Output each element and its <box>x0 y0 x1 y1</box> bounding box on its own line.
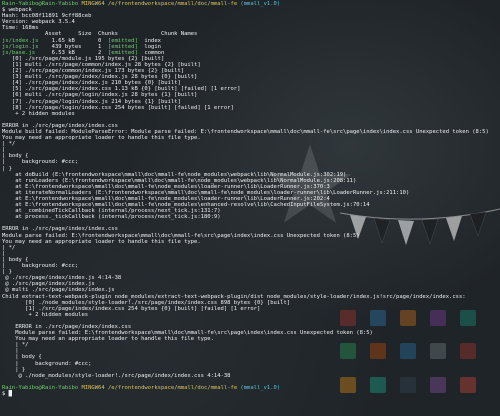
terminal-text-segment: + 2 hidden modules <box>2 311 89 318</box>
terminal-text-segment: █ <box>8 391 12 397</box>
terminal-text-segment: js/login.js <box>2 43 39 50</box>
terminal-text-segment: | <box>2 348 19 355</box>
terminal-text-segment: (mmall_v1.0) <box>237 1 281 7</box>
terminal-text-segment: | */ <box>2 244 16 251</box>
terminal-text-segment: [1] multi ./src/page/common/index.js 28 … <box>2 61 201 68</box>
terminal-text-segment: common <box>137 49 165 56</box>
terminal-text-segment: at E:\frontendworkspace\mmall\doc\mmall-… <box>2 183 330 190</box>
terminal-text-segment: | body { <box>2 256 29 263</box>
terminal-text-segment: Module build failed: ModuleParseError: M… <box>2 128 489 135</box>
terminal-text-segment: You may need an appropriate loader to ha… <box>2 336 214 343</box>
terminal-text-segment: at process._tickCallback (internal/proce… <box>2 214 221 221</box>
terminal-text-segment: Child extract-text-webpack-plugin node_m… <box>2 293 466 300</box>
terminal-text-segment: index <box>137 37 161 44</box>
terminal-text-segment: | <box>2 250 6 257</box>
terminal-text-segment: @ ./src/page/index/index.js 4:14-38 <box>2 275 122 282</box>
terminal-text-segment: /e/frontendworkspace/mmall/doc/mmall-fe <box>107 1 238 7</box>
terminal-text-segment: js/index.js <box>2 37 39 44</box>
terminal-text-segment: | } <box>2 165 12 172</box>
terminal-text-segment: You may need an appropriate loader to ha… <box>2 135 201 142</box>
terminal-text-segment: at E:\frontendworkspace\mmall\doc\mmall-… <box>2 202 370 209</box>
terminal-text-segment: Version: webpack 3.5.4 <box>2 19 75 26</box>
terminal-text-segment: Hash: bcc08f11891 9cff88ceb <box>2 13 92 20</box>
terminal-text-segment: [8] ./src/page/login/index.css 254 bytes… <box>2 104 234 111</box>
terminal-text-segment: [3] multi ./src/page/index/index.js 28 b… <box>2 74 198 81</box>
terminal-text-segment: + 2 hidden modules <box>2 110 75 117</box>
terminal-text-segment: [emitted] <box>107 49 138 56</box>
terminal-text-segment: (mmall_v1.0) <box>237 384 281 391</box>
terminal-text-segment: You may need an appropriate loader to ha… <box>2 238 201 245</box>
terminal-text-segment: ERROR in ./src/page/index/index.css <box>2 323 132 330</box>
terminal-text-segment: 1.65 kB 0 <box>38 37 108 44</box>
terminal-text-segment: | body { <box>2 354 42 361</box>
terminal-text-segment: Rain-Yabibo@Rain-Yabibo <box>2 1 79 7</box>
terminal-text-segment: [emitted] <box>107 37 138 44</box>
terminal-text-segment: [0] ./node_modules/style-loader!./src/pa… <box>2 299 291 306</box>
terminal-text-segment: MINGW64 <box>78 384 108 391</box>
terminal-text-segment: at E:\frontendworkspace\mmall\doc\mmall-… <box>2 196 330 202</box>
terminal-text-segment: | body { <box>2 153 29 160</box>
terminal-text-segment: ERROR in ./src/page/index/index.css <box>2 122 118 129</box>
terminal-text-segment: | */ <box>2 141 16 148</box>
terminal-text-segment: MINGW64 <box>78 1 108 7</box>
terminal-text-segment: | background: #ccc; <box>2 159 79 166</box>
terminal-text-segment: Time: 168ms <box>2 25 39 32</box>
terminal-text-segment: Asset Size Chunks Chunk Names <box>2 31 198 38</box>
terminal-text-segment: Rain-Yabibo@Rain-Yabibo <box>2 384 79 391</box>
terminal-text-segment: @ ./node_modules/style-loader!./src/page… <box>2 372 231 379</box>
terminal-output[interactable]: Rain-Yabibo@Rain-Yabibo MINGW64 /e/front… <box>2 1 500 416</box>
terminal-line: $ █ <box>2 391 500 397</box>
terminal-text-segment: at runLoaders (E:\frontendworkspace\mmal… <box>2 177 357 184</box>
terminal-text-segment: [7] ./src/page/login/index.js 214 bytes … <box>2 98 181 105</box>
terminal-text-segment: Module parse failed: E:\frontendworkspac… <box>2 330 373 337</box>
terminal-text-segment: at _combinedTickCallback (internal/proce… <box>2 208 221 215</box>
terminal-text-segment: [emitted] <box>107 43 138 50</box>
terminal-text-segment: /e/frontendworkspace/mmall/doc/mmall-fe <box>107 384 238 391</box>
terminal-text-segment: [2] ./src/page/common/index.js 173 bytes… <box>2 68 185 75</box>
terminal-text-segment: | background: #ccc; <box>2 360 92 367</box>
terminal-text-segment: [6] multi ./src/page/login/index.js 28 b… <box>2 92 198 99</box>
terminal-text-segment: | */ <box>2 342 29 349</box>
terminal-text-segment: @ multi ./src/page/index/index.js <box>2 287 115 294</box>
terminal-text-segment: at iterateNormalLoaders (E:\frontendwork… <box>2 189 410 196</box>
terminal-text-segment: | <box>2 147 6 154</box>
terminal-text-segment: | } <box>2 366 26 373</box>
terminal-text-segment: js/base.js <box>2 49 36 56</box>
terminal-text-segment: Module parse failed: E:\frontendworkspac… <box>2 232 360 239</box>
terminal-text-segment: [5] ./src/page/index/index.css 1.13 kB {… <box>2 86 241 93</box>
terminal-text-segment: @ ./src/page/index/index.js <box>2 281 95 288</box>
terminal-text-segment: 6.53 kB 2 <box>35 49 108 56</box>
terminal-text-segment: [0] ./src/page/module.js 195 bytes {2} [… <box>2 55 165 62</box>
terminal-text-segment: $ <box>2 391 9 397</box>
terminal-text-segment: at doBuild (E:\frontendworkspace\mmall\d… <box>2 171 347 178</box>
terminal-text-segment: | background: #ccc; <box>2 263 79 270</box>
terminal-text-segment: 439 bytes 1 <box>38 43 108 50</box>
terminal-text-segment: ERROR in ./src/page/index/index.css <box>2 226 118 233</box>
terminal-text-segment: [4] ./src/page/index/index.js 210 bytes … <box>2 80 181 87</box>
terminal-text-segment: [1] ./src/page/index/index.css 254 bytes… <box>2 305 261 312</box>
terminal-text-segment: $ webpack <box>2 7 32 14</box>
terminal-text-segment: | } <box>2 269 12 276</box>
terminal-text-segment: login <box>137 43 161 50</box>
